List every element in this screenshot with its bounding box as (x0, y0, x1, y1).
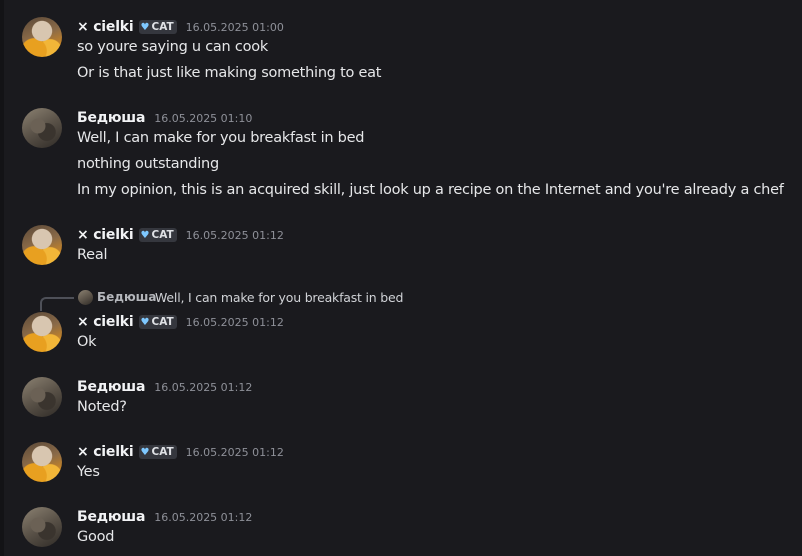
message-text: Ok (77, 334, 97, 350)
message-header: Бедюша 16.05.2025 01:12 (77, 507, 252, 527)
avatar[interactable] (22, 225, 62, 265)
server-tag[interactable]: ♥ CAT (138, 315, 177, 329)
message-text: so youre saying u can cook (77, 39, 268, 55)
server-tag-label: CAT (151, 446, 174, 458)
avatar[interactable] (22, 442, 62, 482)
message-header: Бедюша 16.05.2025 01:10 (77, 108, 252, 128)
message-text: Good (77, 529, 115, 545)
avatar[interactable] (22, 17, 62, 57)
reply-author[interactable]: Бедюша (97, 290, 156, 304)
author-name[interactable]: Бедюша (77, 110, 145, 126)
server-tag[interactable]: ♥ CAT (138, 20, 177, 34)
message-text: In my opinion, this is an acquired skill… (77, 182, 784, 198)
author-name[interactable]: Бедюша (77, 509, 145, 525)
message-text: Real (77, 247, 108, 263)
message-header: Бедюша 16.05.2025 01:12 (77, 377, 252, 397)
avatar[interactable] (22, 377, 62, 417)
heart-icon: ♥ (140, 21, 150, 33)
timestamp[interactable]: 16.05.2025 01:12 (154, 381, 252, 394)
server-tag-label: CAT (151, 21, 174, 33)
server-tag[interactable]: ♥ CAT (138, 445, 177, 459)
server-tag-label: CAT (151, 229, 174, 241)
reply-text[interactable]: Well, I can make for you breakfast in be… (155, 290, 403, 305)
author-name[interactable]: × cielki (77, 444, 134, 460)
heart-icon: ♥ (140, 446, 150, 458)
avatar[interactable] (22, 507, 62, 547)
sidebar-edge (0, 0, 4, 556)
server-tag[interactable]: ♥ CAT (138, 228, 177, 242)
message-text: Yes (77, 464, 100, 480)
message-header: × cielki ♥ CAT 16.05.2025 01:12 (77, 442, 284, 462)
author-name[interactable]: × cielki (77, 314, 134, 330)
avatar[interactable] (22, 108, 62, 148)
message-text: Well, I can make for you breakfast in be… (77, 130, 365, 146)
server-tag-label: CAT (151, 316, 174, 328)
heart-icon: ♥ (140, 316, 150, 328)
message-text: Noted? (77, 399, 127, 415)
timestamp[interactable]: 16.05.2025 01:00 (186, 21, 284, 34)
reply-preview[interactable]: Бедюша Well, I can make for you breakfas… (0, 289, 802, 311)
chat-message-list: × cielki ♥ CAT 16.05.2025 01:00 so youre … (0, 0, 802, 556)
message-header: × cielki ♥ CAT 16.05.2025 01:12 (77, 312, 284, 332)
timestamp[interactable]: 16.05.2025 01:12 (186, 229, 284, 242)
message-text: Or is that just like making something to… (77, 65, 382, 81)
message-header: × cielki ♥ CAT 16.05.2025 01:12 (77, 225, 284, 245)
author-name[interactable]: Бедюша (77, 379, 145, 395)
heart-icon: ♥ (140, 229, 150, 241)
author-name[interactable]: × cielki (77, 227, 134, 243)
timestamp[interactable]: 16.05.2025 01:12 (186, 446, 284, 459)
timestamp[interactable]: 16.05.2025 01:12 (154, 511, 252, 524)
message-header: × cielki ♥ CAT 16.05.2025 01:00 (77, 17, 284, 37)
avatar[interactable] (22, 312, 62, 352)
timestamp[interactable]: 16.05.2025 01:10 (154, 112, 252, 125)
author-name[interactable]: × cielki (77, 19, 134, 35)
timestamp[interactable]: 16.05.2025 01:12 (186, 316, 284, 329)
message-text: nothing outstanding (77, 156, 219, 172)
reply-spine (40, 297, 74, 311)
reply-avatar (78, 290, 93, 305)
